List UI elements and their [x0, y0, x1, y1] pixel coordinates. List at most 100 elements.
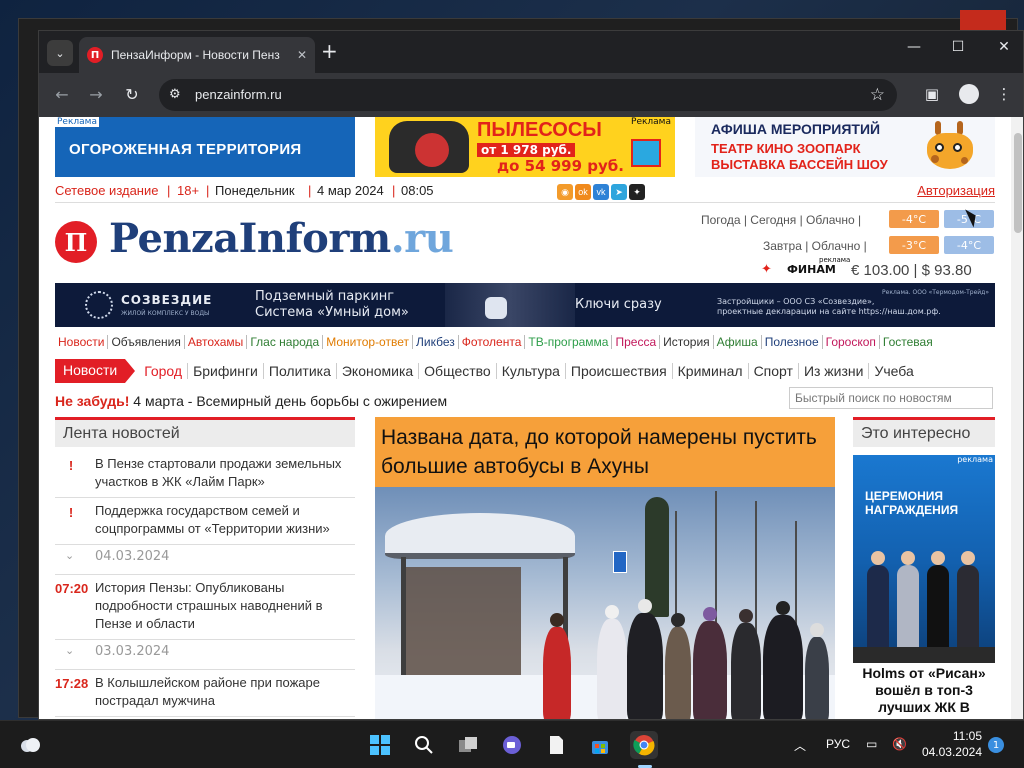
nav-tab-news[interactable]: Новости	[55, 359, 136, 383]
forward-arrow-icon[interactable]: →	[85, 85, 107, 104]
rubric-link[interactable]: Объявления	[108, 335, 185, 349]
rubric-link[interactable]: Ликбез	[413, 335, 459, 349]
nav-tab-item[interactable]: Происшествия	[566, 363, 673, 379]
odnoklassniki-icon[interactable]: ok	[575, 184, 591, 200]
tray-overflow-chevron-icon[interactable]: ︿	[794, 737, 806, 754]
telegram-icon[interactable]: ➤	[611, 184, 627, 200]
login-link[interactable]: Авторизация	[917, 183, 995, 198]
page-scrollbar[interactable]	[1011, 117, 1023, 719]
nav-tab-item[interactable]: Политика	[264, 363, 337, 379]
nav-tab-item[interactable]: Криминал	[673, 363, 749, 379]
site-logo-icon[interactable]: П	[55, 221, 97, 263]
reload-icon[interactable]: ↻	[121, 85, 143, 104]
currency-rates: € 103.00 | $ 93.80	[851, 262, 972, 279]
promo-image[interactable]: реклама ЦЕРЕМОНИЯ НАГРАЖДЕНИЯ	[853, 455, 995, 663]
rubric-link[interactable]: Пресса	[612, 335, 661, 349]
nav-tab-item[interactable]: Общество	[419, 363, 497, 379]
weather-widget-icon[interactable]	[18, 733, 42, 757]
browser-tab[interactable]: П ПензаИнформ - Новости Пенз ✕	[79, 37, 315, 73]
address-bar[interactable]: ⚙ penzainform.ru ☆	[159, 79, 897, 111]
feed-date-label: 04.03.2024	[95, 549, 170, 564]
notification-badge[interactable]: 1	[988, 737, 1004, 753]
rubric-link[interactable]: Монитор-ответ	[323, 335, 413, 349]
bookmark-star-icon[interactable]: ☆	[870, 85, 885, 105]
search-icon[interactable]	[410, 731, 438, 759]
feed-item-headline[interactable]: История Пензы: Опубликованы подробности …	[95, 580, 323, 631]
nav-tab-item[interactable]: Спорт	[749, 363, 799, 379]
vk-icon[interactable]: vk	[593, 184, 609, 200]
task-view-icon[interactable]	[454, 731, 482, 759]
site-logo-text[interactable]: PenzaInform.ru	[109, 215, 454, 262]
chrome-icon[interactable]	[630, 731, 658, 759]
rubric-link[interactable]: Афиша	[714, 335, 762, 349]
rss-icon[interactable]: ◉	[557, 184, 573, 200]
promo-caption[interactable]: Holms от «Рисан» вошёл в топ-3 лучших ЖК…	[853, 665, 995, 716]
promo-ad-tag: реклама	[957, 455, 993, 464]
nav-tab-item[interactable]: Культура	[497, 363, 566, 379]
new-tab-button[interactable]: +	[321, 41, 338, 61]
store-icon[interactable]	[586, 731, 614, 759]
rubric-link[interactable]: Фотолента	[459, 335, 526, 349]
nav-tab-item[interactable]: Учеба	[869, 363, 918, 379]
weather-tomorrow-night: -4°C	[944, 236, 994, 254]
rubric-link[interactable]: История	[660, 335, 714, 349]
feed-item-headline[interactable]: В Пензе стартовали продажи земельных уча…	[95, 456, 341, 489]
ad-banner-events[interactable]: АФИША МЕРОПРИЯТИЙ ТЕАТР КИНО ЗООПАРК ВЫС…	[695, 117, 995, 177]
divider: |	[308, 183, 312, 198]
profile-avatar-icon[interactable]	[959, 84, 979, 104]
social-links: ◉ ok vk ➤ ✦	[557, 184, 645, 200]
ad-banner-vacuums[interactable]: ПЫЛЕСОСЫ от 1 978 руб. до 54 999 руб. Ре…	[375, 117, 675, 177]
teams-chat-icon[interactable]	[498, 731, 526, 759]
site-info-icon[interactable]: ⚙	[169, 87, 181, 102]
rubric-link[interactable]: Автохамы	[185, 335, 248, 349]
nav-tab-item[interactable]: Из жизни	[799, 363, 870, 379]
lead-story-title[interactable]: Названа дата, до которой намерены пустит…	[375, 417, 835, 487]
maximize-button[interactable]: ☐	[943, 39, 973, 55]
system-clock[interactable]: 11:05 04.03.2024	[918, 728, 982, 760]
rubric-link[interactable]: ТВ-программа	[525, 335, 613, 349]
nav-tab-item[interactable]: Экономика	[337, 363, 420, 379]
background-window-close-button[interactable]	[960, 10, 1006, 32]
person	[543, 613, 571, 719]
banner-keys: Ключи сразу	[575, 297, 662, 312]
network-icon[interactable]: ▭	[866, 737, 877, 751]
close-tab-icon[interactable]: ✕	[297, 48, 307, 62]
close-window-button[interactable]: ✕	[989, 39, 1019, 55]
feed-item-headline[interactable]: В Колышлейском районе при пожаре пострад…	[95, 675, 320, 708]
rubric-link[interactable]: Полезное	[762, 335, 823, 349]
lead-story[interactable]: Названа дата, до которой намерены пустит…	[375, 417, 835, 719]
start-windows-icon[interactable]	[366, 731, 394, 759]
rubric-link[interactable]: Гостевая	[880, 335, 936, 349]
logo-tld: .ru	[390, 215, 454, 262]
ad-banner-sozvezdie[interactable]: СОЗВЕЗДИЕ ЖИЛОЙ КОМПЛЕКС У ВОДЫ Подземны…	[55, 283, 995, 327]
rubric-link[interactable]: Новости	[55, 335, 109, 349]
dzen-icon[interactable]: ✦	[629, 184, 645, 200]
nav-tab-item[interactable]: Город	[139, 363, 189, 379]
ad-banner-fence[interactable]: Реклама ОГОРОЖЕННАЯ ТЕРРИТОРИЯ	[55, 117, 355, 177]
rubric-link[interactable]: Гороскоп	[823, 335, 880, 349]
reminder-text[interactable]: 4 марта - Всемирный день борьбы с ожирен…	[129, 393, 447, 409]
ad-line: ТЕАТР КИНО ЗООПАРК	[711, 141, 861, 156]
file-icon[interactable]	[542, 731, 570, 759]
menu-kebab-icon[interactable]: ⋮	[993, 85, 1015, 103]
language-indicator[interactable]: РУС	[826, 737, 850, 751]
feed-item[interactable]: 17:28 В Колышлейском районе при пожаре по…	[55, 670, 355, 717]
lead-story-photo[interactable]	[375, 487, 835, 719]
tab-search-button[interactable]: ⌄	[47, 40, 73, 66]
scrollbar-thumb[interactable]	[1014, 133, 1022, 233]
volume-muted-icon[interactable]: 🔇	[892, 737, 907, 751]
news-search-input[interactable]	[789, 387, 993, 409]
finam-sponsor[interactable]: ФИНАМ реклама	[787, 256, 850, 276]
feed-item[interactable]: 07:20 История Пензы: Опубликованы подробн…	[55, 575, 355, 640]
url-text[interactable]: penzainform.ru	[195, 87, 282, 102]
back-arrow-icon[interactable]: ←	[51, 85, 73, 104]
feed-date-separator[interactable]: ⌄ 03.03.2024	[55, 640, 355, 670]
side-panel-icon[interactable]: ▣	[921, 85, 943, 103]
nav-tab-item[interactable]: Брифинги	[188, 363, 264, 379]
feed-item[interactable]: ! Поддержка государством семей и соцпрогр…	[55, 498, 355, 545]
feed-item-headline[interactable]: Поддержка государством семей и соцпрогра…	[95, 503, 330, 536]
feed-date-separator[interactable]: ⌄ 04.03.2024	[55, 545, 355, 575]
minimize-button[interactable]: —	[899, 39, 929, 55]
rubric-link[interactable]: Глас народа	[247, 335, 324, 349]
feed-item[interactable]: ! В Пензе стартовали продажи земельных уч…	[55, 451, 355, 498]
